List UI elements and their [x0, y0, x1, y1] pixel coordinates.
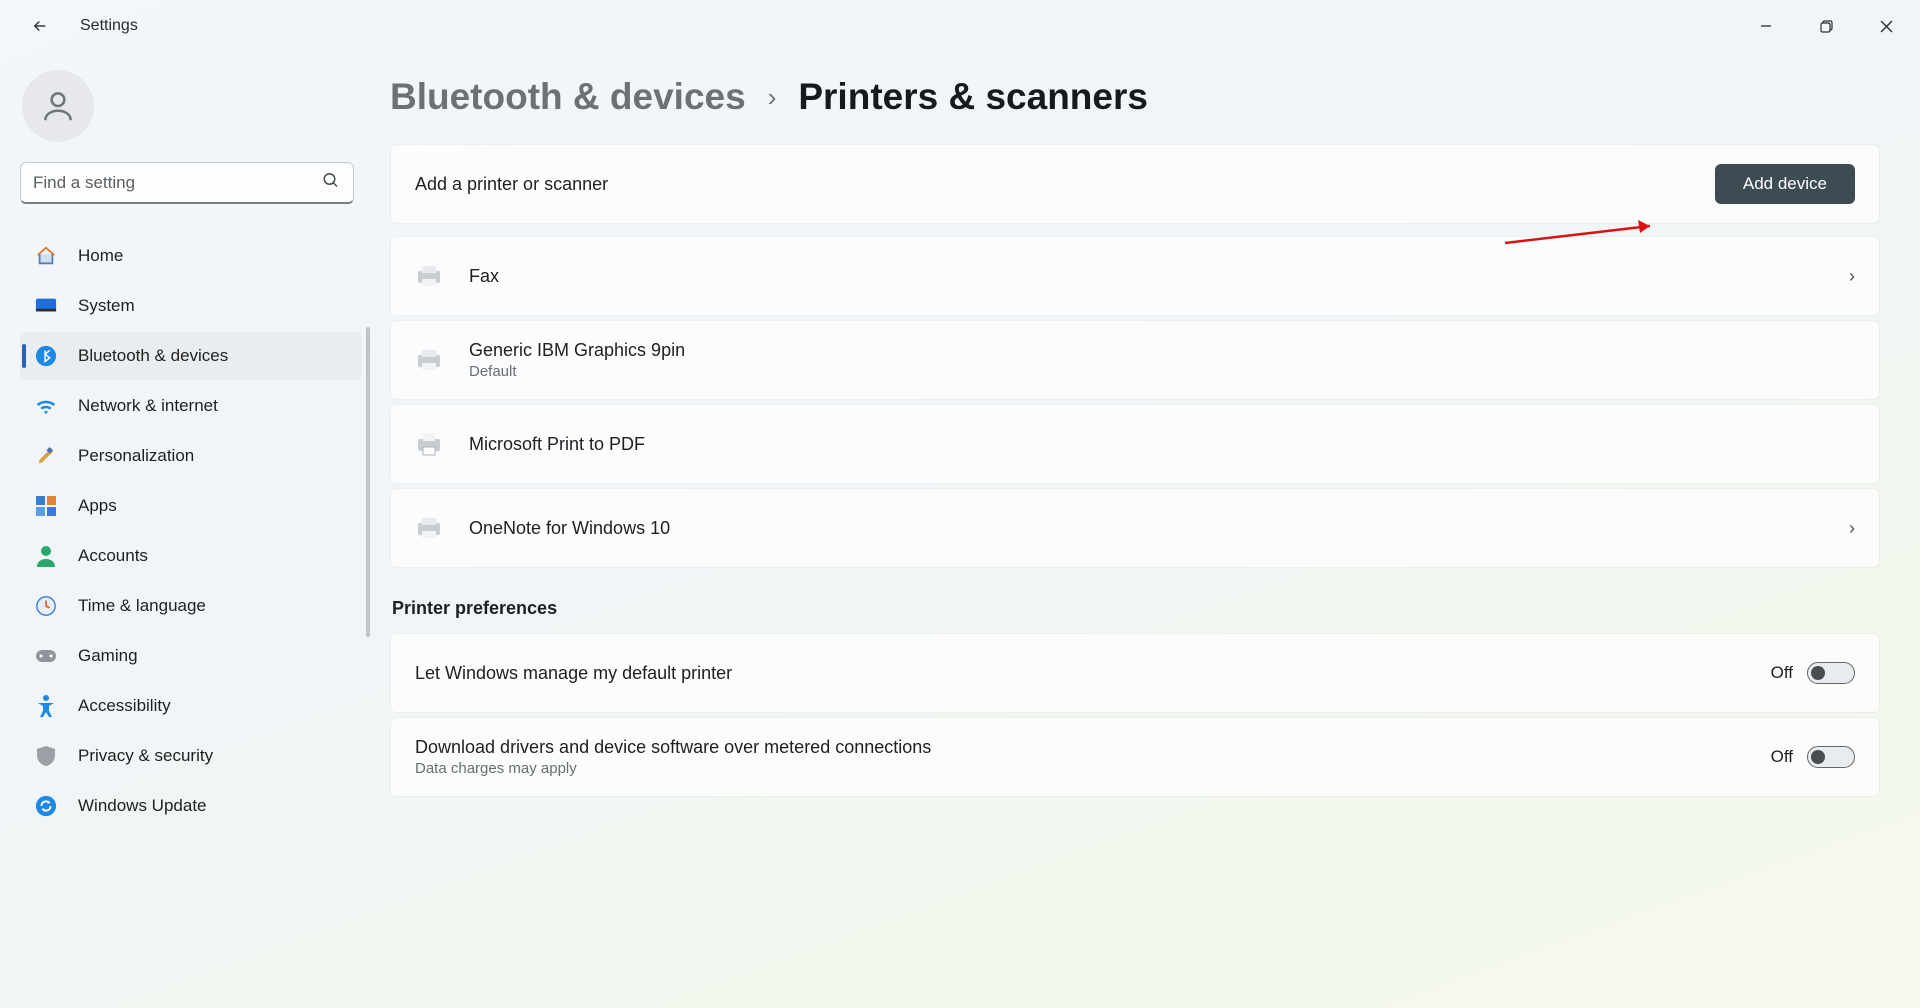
maximize-button[interactable]	[1796, 6, 1856, 46]
sidebar-item-label: Gaming	[78, 646, 138, 666]
breadcrumb-current: Printers & scanners	[798, 76, 1148, 118]
person-icon	[34, 544, 58, 568]
sidebar-item-label: Time & language	[78, 596, 206, 616]
printer-name: Generic IBM Graphics 9pin	[469, 340, 1855, 361]
bluetooth-icon	[34, 344, 58, 368]
search-icon	[322, 172, 340, 195]
main-content: Bluetooth & devices › Printers & scanner…	[370, 52, 1920, 1008]
sidebar-item-network[interactable]: Network & internet	[20, 382, 362, 430]
back-button[interactable]	[28, 14, 52, 38]
sidebar-item-label: Personalization	[78, 446, 194, 466]
accessibility-icon	[34, 694, 58, 718]
sidebar-item-privacy[interactable]: Privacy & security	[20, 732, 362, 780]
sidebar-item-personalization[interactable]: Personalization	[20, 432, 362, 480]
user-avatar[interactable]	[22, 70, 94, 142]
sidebar-item-gaming[interactable]: Gaming	[20, 632, 362, 680]
search-input[interactable]	[20, 162, 354, 204]
printer-row-generic-ibm[interactable]: Generic IBM Graphics 9pin Default	[390, 320, 1880, 400]
gamepad-icon	[34, 644, 58, 668]
sidebar-item-label: Home	[78, 246, 123, 266]
sidebar-item-label: Accessibility	[78, 696, 171, 716]
pref-label: Let Windows manage my default printer	[415, 663, 732, 684]
pref-default-printer: Let Windows manage my default printer Of…	[390, 633, 1880, 713]
sidebar-item-time-language[interactable]: Time & language	[20, 582, 362, 630]
printer-row-onenote[interactable]: OneNote for Windows 10 ›	[390, 488, 1880, 568]
sidebar-item-apps[interactable]: Apps	[20, 482, 362, 530]
printer-icon	[415, 514, 443, 542]
home-icon	[34, 244, 58, 268]
sidebar-item-label: Bluetooth & devices	[78, 346, 228, 366]
sidebar-item-label: Accounts	[78, 546, 148, 566]
add-printer-card: Add a printer or scanner Add device	[390, 144, 1880, 224]
printer-icon	[415, 346, 443, 374]
sidebar-item-windows-update[interactable]: Windows Update	[20, 782, 362, 830]
breadcrumb: Bluetooth & devices › Printers & scanner…	[390, 76, 1880, 118]
close-button[interactable]	[1856, 6, 1916, 46]
apps-icon	[34, 494, 58, 518]
pref-label: Download drivers and device software ove…	[415, 737, 931, 758]
sidebar-item-accounts[interactable]: Accounts	[20, 532, 362, 580]
breadcrumb-parent[interactable]: Bluetooth & devices	[390, 76, 746, 118]
sidebar: Home System Bluetooth & devices Network …	[0, 52, 370, 1008]
pref-sublabel: Data charges may apply	[415, 760, 931, 777]
app-title: Settings	[80, 17, 138, 35]
sidebar-item-system[interactable]: System	[20, 282, 362, 330]
sidebar-item-bluetooth-devices[interactable]: Bluetooth & devices	[20, 332, 362, 380]
toggle-default-printer[interactable]	[1807, 662, 1855, 684]
sidebar-item-accessibility[interactable]: Accessibility	[20, 682, 362, 730]
sidebar-scrollbar[interactable]	[366, 327, 370, 637]
add-printer-label: Add a printer or scanner	[415, 174, 608, 195]
printer-icon	[415, 430, 443, 458]
printer-status: Default	[469, 363, 1855, 380]
chevron-right-icon: ›	[768, 82, 777, 113]
sidebar-item-label: Windows Update	[78, 796, 207, 816]
add-device-button[interactable]: Add device	[1715, 164, 1855, 204]
shield-icon	[34, 744, 58, 768]
chevron-right-icon: ›	[1849, 266, 1855, 287]
wifi-icon	[34, 394, 58, 418]
sidebar-item-home[interactable]: Home	[20, 232, 362, 280]
chevron-right-icon: ›	[1849, 518, 1855, 539]
sidebar-item-label: Privacy & security	[78, 746, 213, 766]
toggle-state: Off	[1771, 747, 1793, 767]
toggle-state: Off	[1771, 663, 1793, 683]
printer-row-fax[interactable]: Fax ›	[390, 236, 1880, 316]
printer-name: OneNote for Windows 10	[469, 518, 1823, 539]
printer-name: Microsoft Print to PDF	[469, 434, 1855, 455]
toggle-metered-downloads[interactable]	[1807, 746, 1855, 768]
sidebar-item-label: Apps	[78, 496, 117, 516]
clock-globe-icon	[34, 594, 58, 618]
brush-icon	[34, 444, 58, 468]
printer-row-print-to-pdf[interactable]: Microsoft Print to PDF	[390, 404, 1880, 484]
minimize-button[interactable]	[1736, 6, 1796, 46]
pref-metered-downloads: Download drivers and device software ove…	[390, 717, 1880, 797]
sidebar-item-label: Network & internet	[78, 396, 218, 416]
printer-name: Fax	[469, 266, 1823, 287]
printer-icon	[415, 262, 443, 290]
update-icon	[34, 794, 58, 818]
section-title-preferences: Printer preferences	[392, 598, 1880, 619]
sidebar-item-label: System	[78, 296, 135, 316]
system-icon	[34, 294, 58, 318]
